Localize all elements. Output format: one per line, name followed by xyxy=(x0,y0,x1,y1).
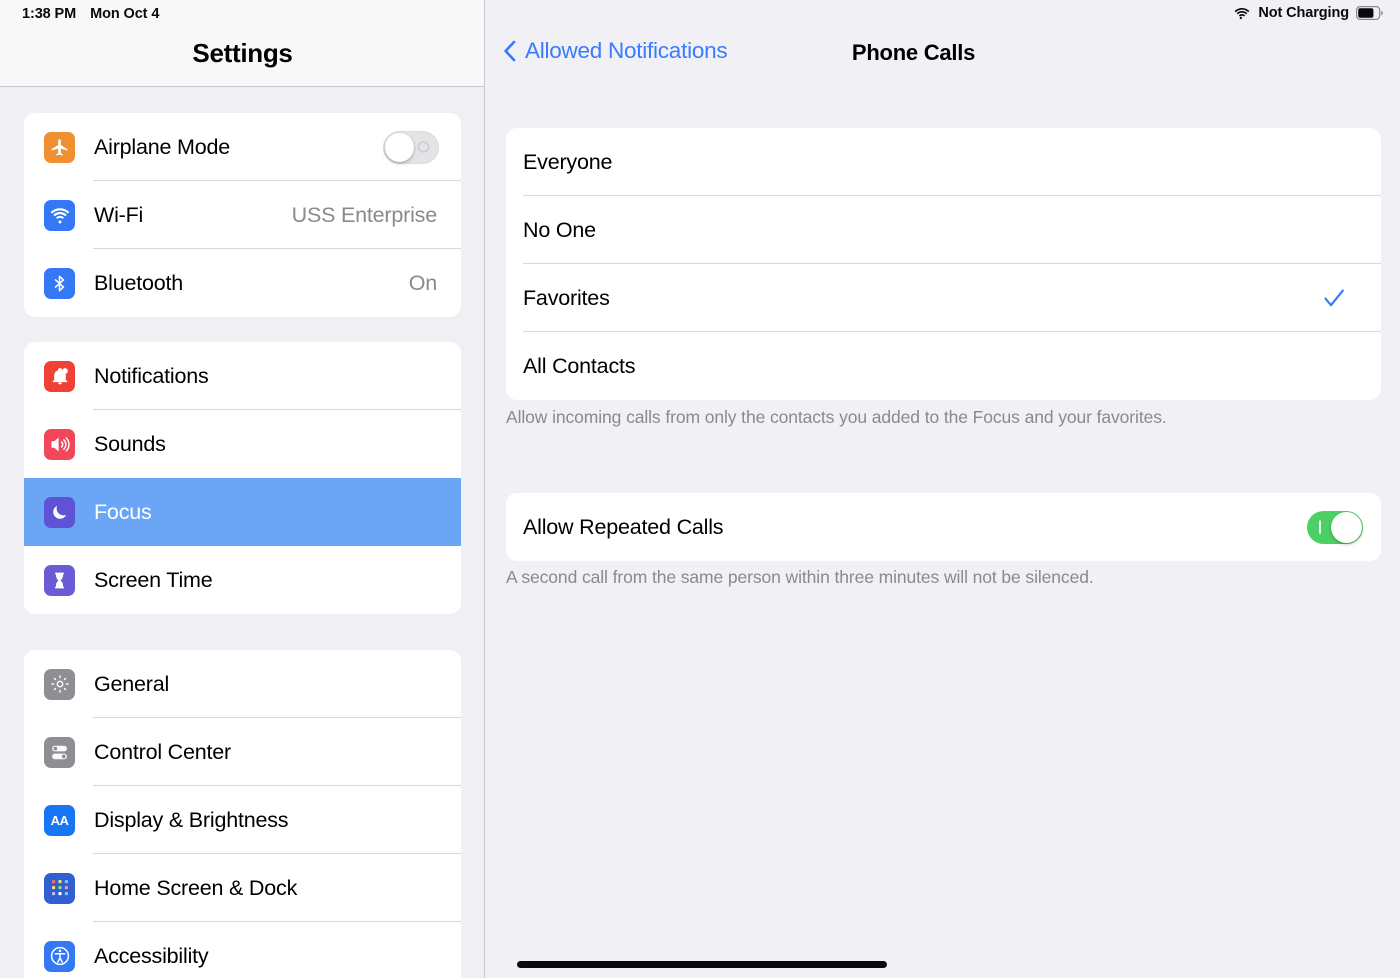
allow-repeated-calls-toggle[interactable] xyxy=(1307,510,1363,544)
text-size-icon: AA xyxy=(44,804,75,836)
sidebar-item-label: Control Center xyxy=(94,739,232,764)
sidebar-item-home-screen-dock[interactable]: Home Screen & Dock xyxy=(24,854,461,922)
sidebar-item-label: General xyxy=(94,671,170,696)
sidebar-item-label: Focus xyxy=(94,499,152,524)
phone-calls-options-card: Everyone No One Favorites All Contacts xyxy=(506,128,1381,400)
sidebar-item-label: Bluetooth xyxy=(94,270,184,295)
toggle-knob xyxy=(1331,511,1362,543)
allow-repeated-calls-label: Allow Repeated Calls xyxy=(523,514,724,539)
sidebar-header: 1:38 PM Mon Oct 4 Settings xyxy=(0,0,485,87)
bell-icon xyxy=(44,360,75,392)
moon-icon xyxy=(44,496,75,528)
option-no-one[interactable]: No One xyxy=(506,196,1381,264)
sidebar-item-label: Airplane Mode xyxy=(94,134,231,159)
detail-title: Phone Calls xyxy=(851,40,976,65)
option-label: No One xyxy=(523,217,596,242)
toggle-on-mark xyxy=(1319,520,1321,534)
toggle-knob xyxy=(385,132,414,162)
sidebar-item-airplane-mode[interactable]: Airplane Mode xyxy=(24,113,461,181)
sidebar-item-label: Screen Time xyxy=(94,567,213,592)
allow-repeated-calls-card: Allow Repeated Calls xyxy=(506,493,1381,561)
home-grid-icon xyxy=(44,872,75,904)
sidebar-item-label: Wi-Fi xyxy=(94,202,144,227)
status-bar-left: 1:38 PM Mon Oct 4 xyxy=(22,6,159,22)
sidebar-item-display-brightness[interactable]: AA Display & Brightness xyxy=(24,786,461,854)
home-indicator[interactable] xyxy=(517,961,887,968)
toggle-off-mark xyxy=(418,141,429,153)
sidebar-item-focus[interactable]: Focus xyxy=(24,478,461,546)
sidebar-item-screen-time[interactable]: Screen Time xyxy=(24,546,461,614)
sidebar-item-label: Display & Brightness xyxy=(94,807,289,832)
sidebar-group-alerts: Notifications Sounds Focus Screen Time xyxy=(24,342,461,614)
sidebar-item-control-center[interactable]: Control Center xyxy=(24,718,461,786)
allow-repeated-calls-row[interactable]: Allow Repeated Calls xyxy=(506,493,1381,561)
sidebar-body: Airplane Mode Wi-Fi USS Enterprise Bluet… xyxy=(0,113,485,978)
repeated-calls-footnote: A second call from the same person withi… xyxy=(506,567,1094,587)
status-date: Mon Oct 4 xyxy=(90,6,160,22)
airplane-mode-toggle[interactable] xyxy=(383,130,439,164)
status-time: 1:38 PM xyxy=(22,6,77,22)
option-label: Everyone xyxy=(523,149,613,174)
options-footnote: Allow incoming calls from only the conta… xyxy=(506,407,1167,427)
wifi-icon xyxy=(44,199,75,231)
sidebar-item-accessibility[interactable]: Accessibility xyxy=(24,922,461,978)
sliders-icon xyxy=(44,736,75,768)
bluetooth-state-value: On xyxy=(408,270,437,295)
page-title: Settings xyxy=(192,38,293,68)
option-label: All Contacts xyxy=(523,353,636,378)
sidebar-group-system: General Control Center AA Display & Brig… xyxy=(24,650,461,978)
gear-icon xyxy=(44,668,75,700)
detail-navigation-bar: Allowed Notifications Phone Calls xyxy=(485,0,1400,87)
ipad-settings-screen: 1:38 PM Mon Oct 4 Settings Airplane Mode xyxy=(0,0,1400,978)
sidebar-item-sounds[interactable]: Sounds xyxy=(24,410,461,478)
accessibility-icon xyxy=(44,940,75,972)
sidebar-item-notifications[interactable]: Notifications xyxy=(24,342,461,410)
option-favorites[interactable]: Favorites xyxy=(506,264,1381,332)
sidebar-item-label: Home Screen & Dock xyxy=(94,875,298,900)
option-all-contacts[interactable]: All Contacts xyxy=(506,332,1381,400)
bluetooth-icon xyxy=(44,267,75,299)
sidebar-item-label: Notifications xyxy=(94,363,209,388)
sidebar-group-connectivity: Airplane Mode Wi-Fi USS Enterprise Bluet… xyxy=(24,113,461,317)
speaker-icon xyxy=(44,428,75,460)
sidebar-item-bluetooth[interactable]: Bluetooth On xyxy=(24,249,461,317)
settings-sidebar: 1:38 PM Mon Oct 4 Settings Airplane Mode xyxy=(0,0,485,978)
checkmark-icon xyxy=(1322,286,1346,310)
option-label: Favorites xyxy=(523,285,610,310)
hourglass-icon xyxy=(44,564,75,596)
airplane-icon xyxy=(44,131,75,163)
sidebar-item-label: Accessibility xyxy=(94,943,209,968)
sidebar-item-label: Sounds xyxy=(94,431,166,456)
wifi-network-value: USS Enterprise xyxy=(291,202,438,227)
text-size-icon-label: AA xyxy=(50,812,69,828)
detail-pane: Not Charging Allowed Notifications Phone… xyxy=(485,0,1400,978)
option-everyone[interactable]: Everyone xyxy=(506,128,1381,196)
sidebar-item-general[interactable]: General xyxy=(24,650,461,718)
sidebar-item-wifi[interactable]: Wi-Fi USS Enterprise xyxy=(24,181,461,249)
